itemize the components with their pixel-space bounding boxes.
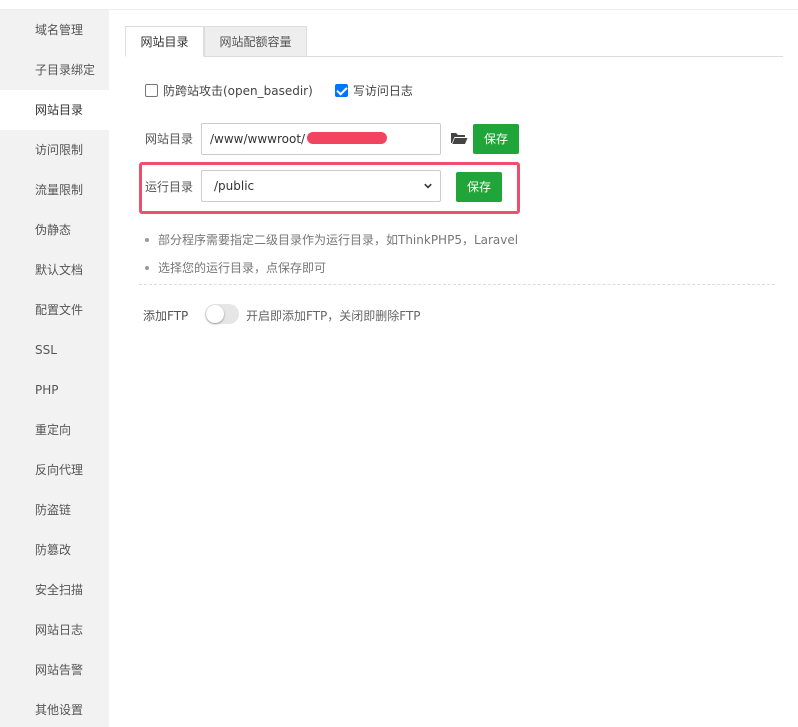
bullet-dot-icon <box>145 265 149 270</box>
options-row: 防跨站攻击(open_basedir) 写访问日志 <box>145 82 413 99</box>
anti-xss-label[interactable]: 防跨站攻击(open_basedir) <box>163 82 313 99</box>
sidebar: 域名管理 子目录绑定 网站目录 访问限制 流量限制 伪静态 默认文档 配置文件 … <box>0 10 109 727</box>
toggle-knob <box>206 305 224 323</box>
run-dir-label: 运行目录 <box>145 180 194 194</box>
site-dir-value: /www/wwwroot/ <box>210 132 306 146</box>
tab-site-directory[interactable]: 网站目录 <box>125 26 204 57</box>
tab-bar: 网站目录 网站配额容量 <box>125 26 783 57</box>
sidebar-item-ssl[interactable]: SSL <box>0 330 109 370</box>
sidebar-item-subdir-binding[interactable]: 子目录绑定 <box>0 50 109 90</box>
top-strip <box>0 0 798 10</box>
sidebar-item-other-settings[interactable]: 其他设置 <box>0 690 109 727</box>
sidebar-item-site-alert[interactable]: 网站告警 <box>0 650 109 690</box>
sidebar-item-tamper-protection[interactable]: 防篡改 <box>0 530 109 570</box>
sidebar-item-site-directory[interactable]: 网站目录 <box>0 90 109 130</box>
sidebar-item-reverse-proxy[interactable]: 反向代理 <box>0 450 109 490</box>
sidebar-item-domain[interactable]: 域名管理 <box>0 10 109 50</box>
redaction-mark <box>307 132 387 144</box>
ftp-toggle[interactable] <box>205 304 239 324</box>
tip-item: 部分程序需要指定二级目录作为运行目录，如ThinkPHP5，Laravel <box>145 231 518 248</box>
site-dir-label: 网站目录 <box>145 132 194 146</box>
access-log-label[interactable]: 写访问日志 <box>353 82 413 99</box>
ftp-description: 开启即添加FTP，关闭即删除FTP <box>246 309 421 323</box>
sidebar-item-hotlink-protection[interactable]: 防盗链 <box>0 490 109 530</box>
sidebar-item-traffic-limit[interactable]: 流量限制 <box>0 170 109 210</box>
bullet-dot-icon <box>145 237 149 242</box>
dashed-divider <box>139 284 775 285</box>
run-dir-select[interactable]: /public <box>201 170 441 202</box>
sidebar-item-security-scan[interactable]: 安全扫描 <box>0 570 109 610</box>
sidebar-item-default-doc[interactable]: 默认文档 <box>0 250 109 290</box>
main-panel: 网站目录 网站配额容量 防跨站攻击(open_basedir) 写访问日志 网站… <box>125 26 783 324</box>
sidebar-item-rewrite[interactable]: 伪静态 <box>0 210 109 250</box>
site-dir-save-button[interactable]: 保存 <box>473 124 519 154</box>
sidebar-item-site-log[interactable]: 网站日志 <box>0 610 109 650</box>
access-log-checkbox[interactable] <box>334 84 348 97</box>
ftp-label: 添加FTP <box>143 309 189 323</box>
run-dir-selected-value: /public <box>214 179 255 193</box>
chevron-down-icon <box>424 183 432 189</box>
sidebar-item-redirect[interactable]: 重定向 <box>0 410 109 450</box>
tips-list: 部分程序需要指定二级目录作为运行目录，如ThinkPHP5，Laravel 选择… <box>145 231 518 287</box>
sidebar-item-php[interactable]: PHP <box>0 370 109 410</box>
tip-item: 选择您的运行目录，点保存即可 <box>145 259 518 276</box>
sidebar-item-access-limit[interactable]: 访问限制 <box>0 130 109 170</box>
sidebar-item-config-file[interactable]: 配置文件 <box>0 290 109 330</box>
tab-site-quota[interactable]: 网站配额容量 <box>204 26 307 57</box>
site-dir-input[interactable]: /www/wwwroot/ <box>201 123 441 155</box>
folder-open-icon[interactable] <box>450 129 468 147</box>
anti-xss-checkbox[interactable] <box>145 84 158 97</box>
run-dir-save-button[interactable]: 保存 <box>456 172 502 202</box>
